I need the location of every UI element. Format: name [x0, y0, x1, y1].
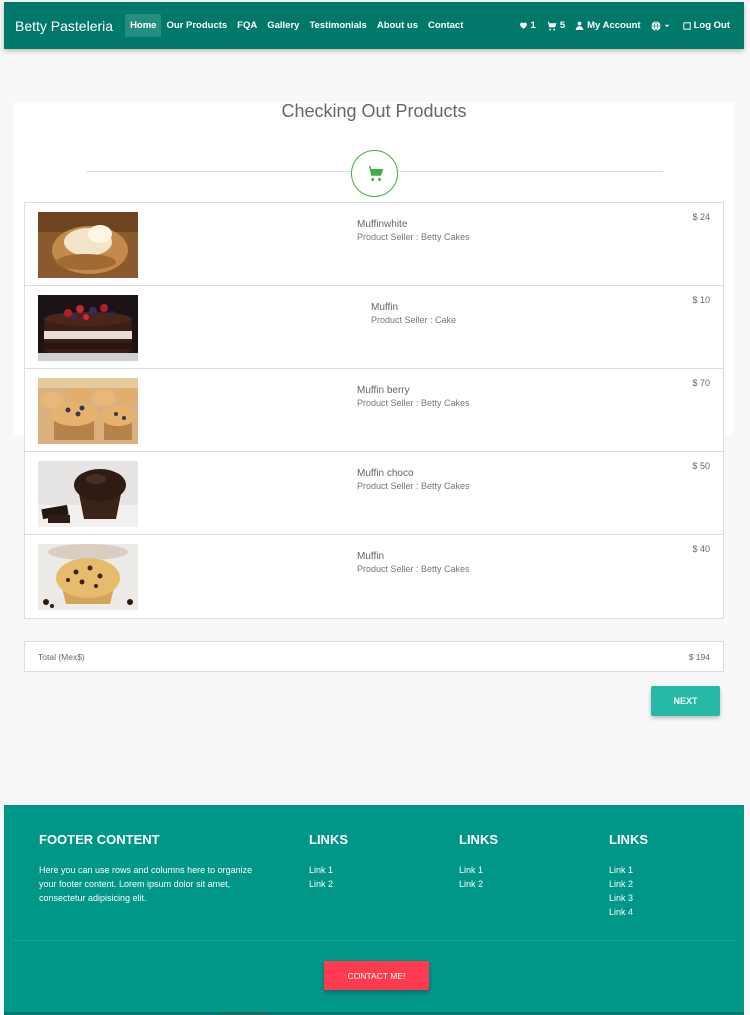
footer-links-heading: LINKS: [309, 832, 348, 847]
my-account-link[interactable]: My Account: [575, 20, 641, 31]
product-seller: Product Seller : Betty Cakes: [357, 564, 470, 574]
product-seller: Product Seller : Betty Cakes: [357, 481, 470, 491]
total-label: Total (Mex$): [38, 651, 85, 662]
footer-link[interactable]: Link 2: [309, 877, 333, 891]
product-info: Muffin berry Product Seller : Betty Cake…: [357, 385, 470, 408]
nav-link-our-products[interactable]: Our Products: [161, 14, 232, 37]
next-button[interactable]: NEXT: [651, 686, 720, 716]
product-row: Muffin berry Product Seller : Betty Cake…: [25, 369, 723, 452]
logout-icon: [682, 21, 691, 30]
footer-link[interactable]: Link 1: [609, 863, 633, 877]
cart-count: 5: [559, 20, 566, 31]
footer-link[interactable]: Link 2: [609, 877, 633, 891]
globe-icon: [651, 20, 661, 31]
product-seller: Product Seller : Betty Cakes: [357, 232, 470, 242]
footer-heading: FOOTER CONTENT: [39, 832, 160, 847]
product-row: Muffinwhite Product Seller : Betty Cakes…: [25, 203, 723, 286]
nav-link-contact[interactable]: Contact: [423, 14, 468, 37]
footer-links-list: Link 1 Link 2: [459, 863, 483, 891]
language-dropdown[interactable]: [651, 20, 673, 31]
heart-icon: [519, 22, 527, 29]
product-price: $ 10: [692, 295, 710, 305]
nav-link-home[interactable]: Home: [125, 14, 162, 37]
footer-links-list: Link 1 Link 2 Link 3 Link 4: [609, 863, 633, 919]
muffin-white-image: [38, 212, 138, 278]
nav-links: Home Our Products FQA Gallery Testimonia…: [125, 2, 468, 49]
product-name: Muffinwhite: [357, 219, 408, 230]
footer-links-heading: LINKS: [459, 832, 498, 847]
product-row: Muffin choco Product Seller : Betty Cake…: [25, 452, 723, 535]
chevron-down-icon: [664, 24, 669, 27]
product-list: Muffinwhite Product Seller : Betty Cakes…: [24, 202, 724, 619]
product-name: Muffin: [371, 302, 399, 313]
product-price: $ 40: [692, 544, 710, 554]
nav-link-testimonials[interactable]: Testimonials: [304, 14, 371, 37]
nav-link-fqa[interactable]: FQA: [232, 14, 262, 37]
product-price: $ 24: [692, 212, 710, 222]
wishlist-count: 1: [530, 20, 536, 31]
logout-label: Log Out: [693, 20, 730, 31]
footer-link[interactable]: Link 1: [459, 863, 483, 877]
product-seller: Product Seller : Betty Cakes: [357, 398, 470, 408]
user-icon: [575, 21, 584, 30]
page-title: Checking Out Products: [281, 101, 467, 121]
muffin-berry-image: [38, 378, 138, 444]
footer-link[interactable]: Link 4: [609, 905, 633, 919]
my-account-label: My Account: [587, 20, 641, 31]
muffin-choco-image: [38, 461, 138, 527]
footer-link[interactable]: Link 3: [609, 891, 633, 905]
product-row: Muffin Product Seller : Cake $ 10: [25, 286, 723, 369]
product-info: Muffinwhite Product Seller : Betty Cakes: [357, 219, 470, 242]
product-price: $ 70: [692, 378, 710, 388]
product-info: Muffin choco Product Seller : Betty Cake…: [357, 468, 470, 491]
footer-link[interactable]: Link 1: [309, 863, 333, 877]
product-name: Muffin berry: [357, 385, 410, 396]
berry-cake-image: [38, 295, 138, 361]
wishlist-link[interactable]: 1: [519, 20, 536, 31]
cart-icon: [545, 20, 557, 31]
total-box: Total (Mex$) $ 194: [24, 641, 724, 672]
footer-text: Here you can use rows and columns here t…: [39, 865, 253, 903]
product-price: $ 50: [692, 461, 710, 471]
nav-right: 1 5 My Account Log Out: [509, 20, 730, 31]
logout-link[interactable]: Log Out: [682, 20, 730, 31]
product-row: Muffin Product Seller : Betty Cakes $ 40: [25, 535, 723, 618]
product-seller: Product Seller : Cake: [371, 315, 457, 325]
footer: FOOTER CONTENT Here you can use rows and…: [4, 805, 744, 1015]
brand-logo[interactable]: Betty Pasteleria: [15, 18, 113, 34]
muffin-chip-image: [38, 544, 138, 610]
product-name: Muffin: [357, 551, 385, 562]
contact-me-button[interactable]: CONTACT ME!: [324, 961, 429, 990]
nav-link-about-us[interactable]: About us: [372, 14, 423, 37]
footer-links-list: Link 1 Link 2: [309, 863, 333, 891]
total-value: $ 194: [688, 651, 710, 662]
footer-link[interactable]: Link 2: [459, 877, 483, 891]
footer-divider: [12, 940, 736, 941]
footer-links-heading: LINKS: [609, 832, 648, 847]
product-name: Muffin choco: [357, 468, 414, 479]
product-info: Muffin Product Seller : Betty Cakes: [357, 551, 470, 574]
checkout-cart-badge: [351, 150, 398, 197]
cart-link[interactable]: 5: [545, 20, 566, 31]
navbar: Betty Pasteleria Home Our Products FQA G…: [4, 2, 744, 49]
cart-icon: [365, 166, 383, 181]
nav-link-gallery[interactable]: Gallery: [262, 14, 304, 37]
product-info: Muffin Product Seller : Cake: [371, 302, 456, 325]
